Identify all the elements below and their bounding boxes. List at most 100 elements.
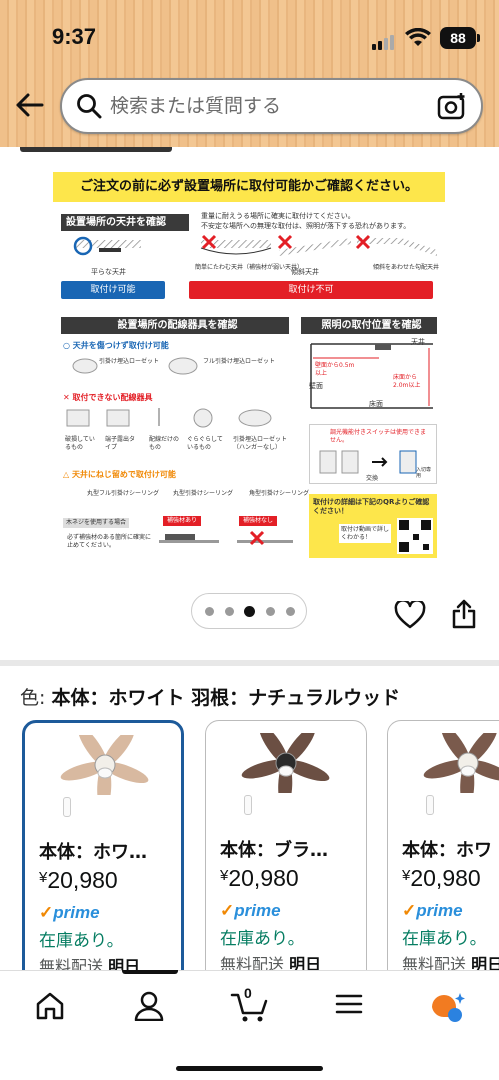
wiring-ng-title: ✕ 取付できない配線器具 [63, 392, 153, 403]
nav-menu[interactable] [334, 991, 374, 1021]
cellular-signal-icon [372, 31, 396, 50]
stock-status: 在庫あり。 [402, 929, 487, 949]
screw-illustration [159, 530, 293, 546]
nav-cart[interactable]: 0 [230, 985, 270, 1022]
product-image[interactable]: ご注文の前に必ず設置場所に取付可能かご確認ください。 設置場所の天井を確認 重量… [53, 168, 445, 560]
nav-rufus-assistant[interactable] [428, 991, 468, 1022]
fan-light [97, 767, 113, 779]
price-value: 20,980 [228, 865, 299, 891]
variation-name: 本体：ブラ… [220, 840, 328, 861]
prime-badge: ✓prime [39, 903, 100, 923]
heart-icon [394, 599, 426, 629]
position-from-wall: 壁面から0.5m以上 [315, 362, 355, 377]
variation-card-white-walnut[interactable]: 本体：ホワ ¥20,980 ✓prime 在庫あり。 無料配送 明日 [387, 720, 499, 978]
nav-account[interactable] [133, 991, 173, 1022]
prime-text: prime [416, 901, 463, 920]
fan-light [460, 765, 476, 777]
ng-item-2: 端子露出タイプ [105, 436, 136, 451]
home-icon [36, 992, 64, 1020]
back-arrow-icon [16, 93, 44, 117]
remote-image [63, 797, 71, 817]
position-ceiling-label: 天井 [411, 338, 425, 346]
dimmer-box: 調光機能付きスイッチは使用できません。 交換 入切専用 [309, 424, 437, 484]
variation-price: ¥20,980 [402, 865, 481, 892]
ok-circle-icon: ○ [63, 341, 73, 350]
image-carousel-indicator[interactable] [191, 593, 307, 629]
share-button[interactable] [452, 599, 476, 633]
qr-note: 取付けの詳細は下記のQRよりご確認ください！ [313, 498, 430, 515]
variation-card-black-brown[interactable]: 本体：ブラ… ¥20,980 ✓prime 在庫あり。 無料配送 明日 [205, 720, 367, 978]
battery-indicator: 88 [440, 27, 480, 49]
remote-image [426, 795, 434, 815]
ng-ceiling-caption-2: 傾斜天井 [291, 268, 319, 276]
carousel-dot-1[interactable] [205, 607, 214, 616]
carousel-dot-3[interactable] [244, 606, 255, 617]
wiring-ok-title: ○ 天井を傷つけず取付け可能 [63, 340, 169, 351]
video-note: 取付け動画で詳しくわかる！ [339, 524, 391, 543]
variation-card-white-natural[interactable]: 本体：ホワ… ¥20,980 ✓prime 在庫あり。 無料配送 明日 [22, 720, 184, 978]
variation-cards: 本体：ホワ… ¥20,980 ✓prime 在庫あり。 無料配送 明日 本体：ブ… [0, 718, 499, 978]
fan-product-image [241, 733, 330, 793]
wiring-ng-title-text: 取付できない配線器具 [72, 393, 153, 402]
carousel-dot-2[interactable] [225, 607, 234, 616]
variation-selected-value: 本体：ホワイト 羽根：ナチュラルウッド [51, 687, 401, 709]
home-indicator [176, 1066, 323, 1071]
ok-ceiling-caption: 平らな天井 [91, 268, 126, 276]
prime-text: prime [53, 903, 100, 922]
share-icon [452, 599, 476, 629]
wiring-ok-title-text: 天井を傷つけず取付け可能 [72, 341, 169, 350]
qr-code-icon [397, 518, 433, 554]
position-check-header: 照明の取付位置を確認 [301, 317, 437, 334]
ng-item-3: 配線だけのもの [149, 436, 180, 451]
carousel-dot-5[interactable] [286, 607, 295, 616]
ok-label: 取付け可能 [61, 281, 165, 299]
ng-item-5: 引掛埋込ローゼット（ハンガーなし） [233, 436, 288, 451]
status-bar: 9:37 88 [0, 0, 499, 78]
back-button[interactable] [14, 92, 48, 122]
ceiling-note-2: 不安定な場所への無理な取付は、照明が落下する恐れがあります。 [201, 222, 411, 230]
price-value: 20,980 [47, 867, 118, 893]
ng-item-1: 破損しているもの [65, 436, 95, 451]
variation-price: ¥20,980 [220, 865, 299, 892]
section-divider [0, 660, 499, 666]
image-top-strip [20, 147, 172, 152]
warn-item-1: 丸型フル引掛けシーリング [87, 490, 160, 497]
infographic-banner: ご注文の前に必ず設置場所に取付可能かご確認ください。 [53, 172, 445, 202]
position-from-floor: 床面から2.0m以上 [393, 374, 421, 389]
wifi-icon [405, 27, 431, 52]
cart-count: 0 [244, 985, 252, 1001]
variation-price: ¥20,980 [39, 867, 118, 894]
search-bar[interactable] [60, 78, 483, 134]
ng-item-4: ぐらぐらしているもの [187, 436, 223, 451]
prime-check-icon: ✓ [39, 903, 54, 922]
ok-item-1: 引掛け埋込ローゼット [99, 358, 160, 365]
search-input[interactable] [110, 90, 430, 122]
fan-light [278, 765, 294, 777]
rufus-assistant-icon [432, 993, 465, 1022]
variation-name: 本体：ホワ [402, 840, 492, 861]
nav-home[interactable] [34, 991, 74, 1021]
warn-item-3: 角型引掛けシーリング [249, 490, 310, 497]
camera-search-icon[interactable] [437, 91, 467, 121]
bottom-navigation: 0 [0, 970, 499, 1080]
price-value: 20,980 [410, 865, 481, 891]
prime-badge: ✓prime [220, 901, 281, 921]
stock-status: 在庫あり。 [220, 929, 305, 949]
dimmer-note: 調光機能付きスイッチは使用できません。 [330, 429, 427, 444]
prime-badge: ✓prime [402, 901, 463, 921]
ceiling-check-header: 設置場所の天井を確認 [61, 214, 189, 231]
wiring-warn-title: △ 天井にねじ留めで取付け可能 [63, 469, 176, 480]
fan-product-image [60, 735, 149, 795]
reinforce-ng-label: 補強材なし [239, 516, 278, 526]
wishlist-button[interactable] [394, 599, 426, 633]
remote-image [244, 795, 252, 815]
prime-check-icon: ✓ [220, 901, 235, 920]
active-nav-indicator [122, 970, 178, 974]
ng-ceiling-caption-3: 傾斜をあわせた勾配天井 [373, 264, 440, 271]
carousel-dot-4[interactable] [266, 607, 275, 616]
wiring-check-header: 設置場所の配線器具を確認 [61, 317, 289, 334]
warn-item-2: 丸型引掛けシーリング [173, 490, 234, 497]
reinforce-ok-label: 補強材あり [163, 516, 202, 526]
variation-label-prefix: 色: [20, 687, 46, 709]
ng-label: 取付け不可 [189, 281, 433, 299]
